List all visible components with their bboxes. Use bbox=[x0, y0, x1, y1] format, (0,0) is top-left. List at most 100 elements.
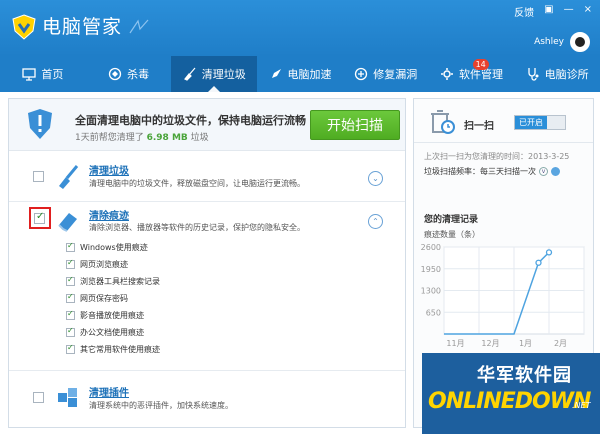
list-item[interactable]: Windows使用痕迹 bbox=[66, 239, 160, 256]
hero-subtitle: 1天前帮您清理了 6.98 MB 垃圾 bbox=[75, 130, 209, 143]
option-checkbox[interactable] bbox=[66, 343, 75, 354]
nav-label: 清理垃圾 bbox=[201, 68, 246, 81]
patch-icon bbox=[355, 67, 368, 81]
trash-clock-icon bbox=[431, 110, 455, 134]
hero-sub-prefix: 1天前帮您清理了 bbox=[75, 133, 144, 143]
option-label: 影音播放使用痕迹 bbox=[80, 311, 144, 320]
virus-scan-icon bbox=[108, 67, 122, 81]
clean-panel: 全面清理电脑中的垃圾文件，保持电脑运行流畅 1天前帮您清理了 6.98 MB 垃… bbox=[8, 98, 406, 428]
shield-logo-icon bbox=[12, 14, 36, 40]
x-tick-label: 1月 bbox=[519, 339, 532, 348]
scan-frequency: 垃圾扫描频率：每三天扫描一次 v bbox=[424, 166, 560, 177]
clear-traces-desc: 清除浏览器、播放器等软件的历史记录，保护您的隐私安全。 bbox=[89, 223, 305, 232]
close-button[interactable]: × bbox=[584, 4, 592, 19]
monitor-icon bbox=[22, 68, 37, 81]
user-info[interactable]: Ashley bbox=[534, 32, 590, 52]
option-label: 其它常用软件使用痕迹 bbox=[80, 345, 160, 354]
chevron-down-icon[interactable]: ⌄ bbox=[368, 171, 383, 186]
watermark-cn: 华军软件园 bbox=[477, 365, 572, 386]
option-checkbox[interactable] bbox=[66, 275, 75, 286]
skin-icon[interactable]: ▣ bbox=[544, 4, 553, 19]
avatar[interactable] bbox=[570, 32, 590, 52]
chevron-down-icon[interactable]: v bbox=[539, 167, 548, 176]
start-scan-button[interactable]: 开始扫描 bbox=[310, 110, 400, 140]
data-point bbox=[545, 249, 553, 256]
clean-junk-checkbox[interactable] bbox=[33, 171, 44, 182]
shield-icon bbox=[28, 109, 52, 139]
nav-label: 电脑加速 bbox=[287, 68, 332, 81]
option-checkbox[interactable] bbox=[66, 258, 75, 269]
list-item[interactable]: 浏览器工具栏搜索记录 bbox=[66, 273, 160, 290]
cleaned-amount: 6.98 MB bbox=[146, 133, 188, 143]
toggle-on-label: 已开启 bbox=[515, 116, 547, 129]
list-item[interactable]: 影音播放使用痕迹 bbox=[66, 307, 160, 324]
plugin-icon bbox=[58, 388, 77, 407]
nav-home[interactable]: 首页 bbox=[0, 56, 86, 92]
settings-icon[interactable] bbox=[551, 167, 560, 176]
option-label: Windows使用痕迹 bbox=[80, 243, 148, 252]
sweep-label: 扫一扫 bbox=[464, 121, 494, 132]
option-checkbox[interactable] bbox=[66, 326, 75, 337]
stethoscope-icon bbox=[528, 68, 539, 81]
quick-scan-header: 扫一扫 已开启 bbox=[414, 99, 593, 143]
clean-plugins-desc: 清理系统中的恶评插件，加快系统速度。 bbox=[89, 401, 233, 410]
data-point bbox=[535, 259, 542, 266]
x-tick-label: 11月 bbox=[446, 339, 464, 348]
option-checkbox[interactable] bbox=[66, 292, 75, 303]
feedback-button[interactable]: 反馈 bbox=[514, 4, 534, 19]
nav-speedup[interactable]: 电脑加速 bbox=[257, 56, 343, 92]
hero-title: 全面清理电脑中的垃圾文件，保持电脑运行流畅 bbox=[75, 114, 306, 127]
list-item[interactable]: 网页浏览痕迹 bbox=[66, 256, 160, 273]
nav-clean-junk[interactable]: 清理垃圾 bbox=[171, 56, 258, 92]
clear-traces-title[interactable]: 清除痕迹 bbox=[89, 207, 129, 222]
x-tick-label: 2月 bbox=[554, 339, 567, 348]
clean-plugins-checkbox[interactable] bbox=[33, 392, 44, 403]
y-tick-label: 650 bbox=[426, 308, 441, 317]
nav-clinic[interactable]: 电脑诊所 bbox=[514, 56, 600, 92]
clean-plugins-title[interactable]: 清理插件 bbox=[89, 384, 129, 399]
record-title: 您的清理记录 bbox=[424, 215, 479, 225]
nav-antivirus[interactable]: 杀毒 bbox=[86, 56, 172, 92]
app-title: 电脑管家 bbox=[42, 16, 123, 38]
option-label: 网页浏览痕迹 bbox=[80, 260, 128, 269]
watermark-en: ONLINEDOWN bbox=[428, 389, 591, 414]
clear-traces-checkbox[interactable] bbox=[34, 211, 45, 224]
section-clean-junk: 清理垃圾 清理电脑中的垃圾文件，释放磁盘空间，让电脑运行更流畅。 ⌄ bbox=[9, 152, 405, 202]
option-checkbox[interactable] bbox=[66, 309, 75, 320]
nav-software[interactable]: 软件管理 14 bbox=[429, 56, 515, 92]
x-tick-label: 12月 bbox=[481, 339, 499, 348]
option-label: 浏览器工具栏搜索记录 bbox=[80, 277, 160, 286]
minimize-button[interactable]: — bbox=[564, 4, 574, 19]
nav-fix-vuln[interactable]: 修复漏洞 bbox=[343, 56, 429, 92]
clean-junk-title[interactable]: 清理垃圾 bbox=[89, 162, 129, 177]
main-nav: 首页 杀毒 清理垃圾 电脑加速 修复漏洞 软件管理 14 电脑诊所 bbox=[0, 56, 600, 92]
list-item[interactable]: 办公文档使用痕迹 bbox=[66, 324, 160, 341]
list-item[interactable]: 网页保存密码 bbox=[66, 290, 160, 307]
hero-sub-suffix: 垃圾 bbox=[190, 133, 209, 143]
option-checkbox[interactable] bbox=[66, 241, 75, 252]
trace-options-list: Windows使用痕迹 网页浏览痕迹 浏览器工具栏搜索记录 网页保存密码 影音播… bbox=[66, 239, 160, 358]
y-tick-label: 1950 bbox=[421, 265, 441, 274]
y-tick-label: 2600 bbox=[421, 243, 441, 252]
nav-label: 修复漏洞 bbox=[373, 68, 418, 81]
clean-record-chart: 2600 1950 1300 650 11月 12月 1月 2月 bbox=[421, 243, 585, 348]
broom-icon bbox=[59, 165, 79, 189]
sweep-toggle[interactable]: 已开启 bbox=[514, 115, 566, 130]
username: Ashley bbox=[534, 37, 564, 47]
chevron-up-icon[interactable]: ⌃ bbox=[368, 214, 383, 229]
clean-junk-desc: 清理电脑中的垃圾文件，释放磁盘空间，让电脑运行更流畅。 bbox=[89, 179, 305, 188]
nav-label: 杀毒 bbox=[127, 68, 150, 81]
list-item[interactable]: 其它常用软件使用痕迹 bbox=[66, 341, 160, 358]
nav-label: 首页 bbox=[41, 68, 64, 81]
nav-label: 电脑诊所 bbox=[544, 68, 589, 81]
y-tick-label: 1300 bbox=[421, 287, 441, 296]
option-label: 网页保存密码 bbox=[80, 294, 128, 303]
watermark-logo: 华军软件园 ONLINEDOWN .NET bbox=[422, 353, 600, 434]
title-bar: 电脑管家 反馈 ▣ — × Ashley bbox=[0, 0, 600, 56]
swoosh-icon bbox=[129, 19, 149, 34]
watermark-net: .NET bbox=[572, 401, 591, 410]
broom-icon bbox=[183, 67, 196, 81]
update-count-badge: 14 bbox=[472, 59, 489, 70]
hero-banner: 全面清理电脑中的垃圾文件，保持电脑运行流畅 1天前帮您清理了 6.98 MB 垃… bbox=[9, 99, 405, 151]
section-clean-plugins: 清理插件 清理系统中的恶评插件，加快系统速度。 bbox=[9, 372, 405, 427]
